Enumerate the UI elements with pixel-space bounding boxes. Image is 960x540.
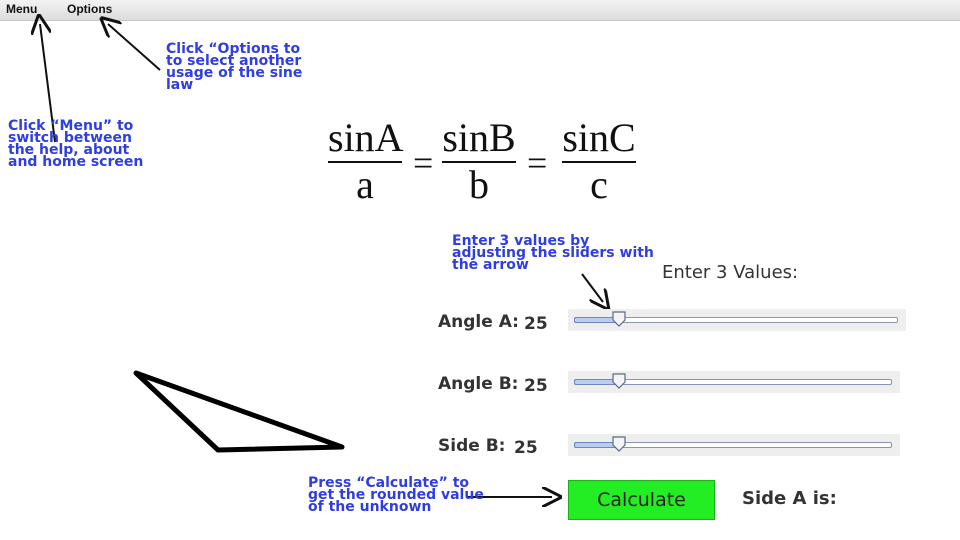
sliders-arrow xyxy=(581,273,603,302)
triangle-shape xyxy=(133,370,345,453)
options-help-note: Click “Options to to select another usag… xyxy=(166,41,303,93)
sliders-help-note: Enter 3 values by adjusting the sliders … xyxy=(452,233,654,273)
formula-numerator: sinB xyxy=(442,115,516,160)
side-a-result-label: Side A is: xyxy=(742,488,837,509)
side-b-slider[interactable] xyxy=(568,434,900,456)
formula-fraction-b: sinB b xyxy=(442,116,516,205)
formula-denominator: c xyxy=(590,162,608,207)
calculate-help-note: Press “Calculate” to get the rounded val… xyxy=(308,475,484,515)
angle-b-value: 25 xyxy=(524,376,548,396)
enter-values-heading: Enter 3 Values: xyxy=(662,262,799,283)
calculate-button[interactable]: Calculate xyxy=(568,480,715,520)
menu-help-note: Click “Menu” to switch between the help,… xyxy=(8,118,144,170)
formula-denominator: a xyxy=(356,162,374,207)
angle-a-slider[interactable] xyxy=(568,309,906,331)
side-b-label: Side B: xyxy=(438,436,506,456)
slider-thumb[interactable] xyxy=(611,436,626,452)
formula-numerator: sinC xyxy=(562,115,636,160)
angle-b-slider[interactable] xyxy=(568,371,900,393)
formula-fraction-c: sinC c xyxy=(562,116,636,205)
equals-sign: = xyxy=(527,143,548,183)
angle-a-label: Angle A: xyxy=(438,312,519,332)
formula-numerator: sinA xyxy=(328,115,404,160)
side-b-value: 25 xyxy=(514,438,538,458)
slider-thumb[interactable] xyxy=(611,373,626,389)
options-arrow xyxy=(108,24,161,71)
slider-thumb[interactable] xyxy=(612,311,626,327)
formula-fraction-a: sinA a xyxy=(328,115,404,207)
angle-a-value: 25 xyxy=(524,314,548,334)
formula-denominator: b xyxy=(469,162,489,207)
angle-b-label: Angle B: xyxy=(438,374,519,394)
equals-sign: = xyxy=(413,143,434,183)
